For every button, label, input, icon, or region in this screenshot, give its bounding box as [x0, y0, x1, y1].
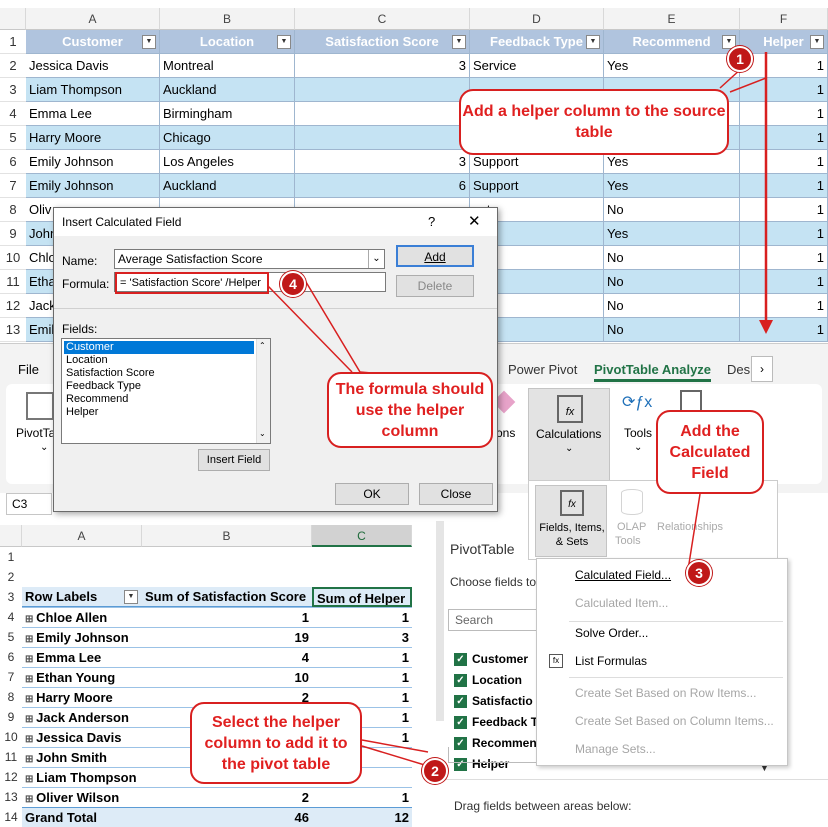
- step-badge-4: 4: [280, 271, 306, 297]
- step-badge-3: 3: [686, 560, 712, 586]
- callout-select-helper: Select the helper column to add it to th…: [190, 702, 362, 784]
- callout-helper-source: Add a helper column to the source table: [459, 89, 729, 155]
- callout-formula: The formula should use the helper column: [327, 372, 493, 448]
- step-badge-2: 2: [422, 758, 448, 784]
- step-badge-1: 1: [727, 46, 753, 72]
- callout-calculated-field: Add the Calculated Field: [656, 410, 764, 494]
